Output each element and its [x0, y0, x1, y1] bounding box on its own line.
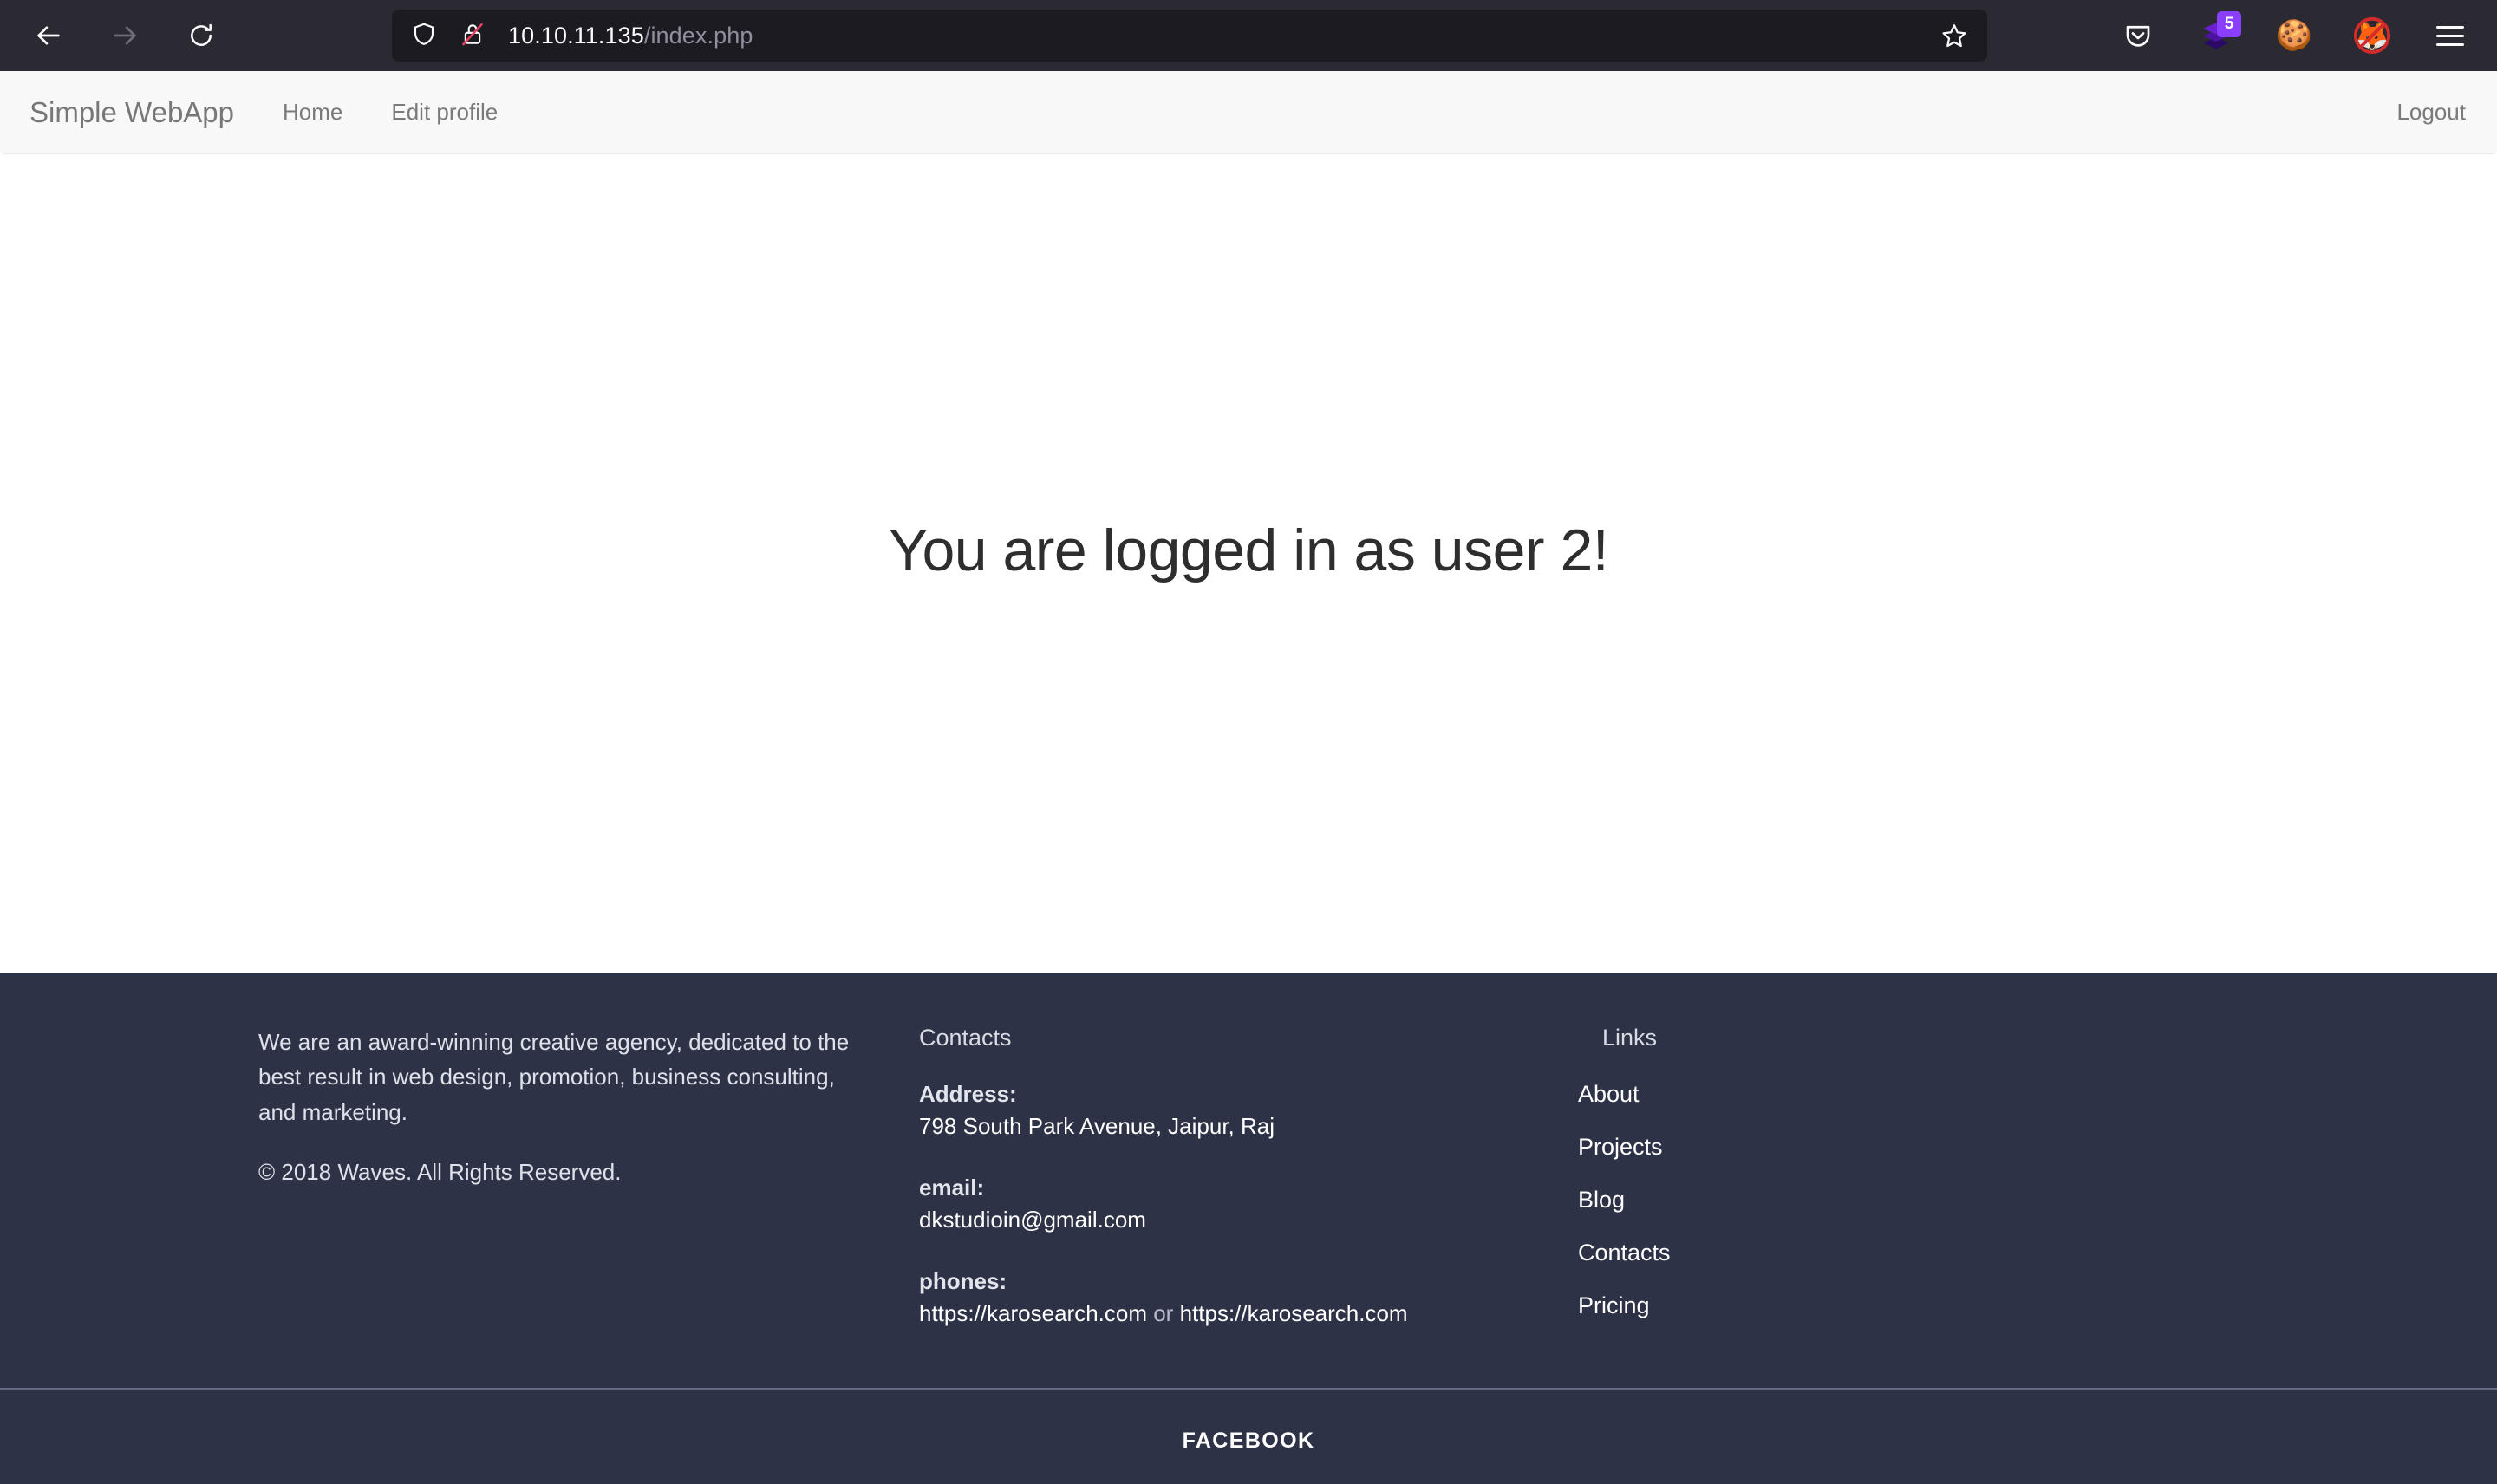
footer-column-about: We are an award-winning creative agency,…	[0, 1025, 919, 1327]
email-label: email:	[919, 1175, 985, 1201]
footer-link-contacts[interactable]: Contacts	[1578, 1240, 2185, 1266]
phone-separator: or	[1147, 1300, 1180, 1326]
contact-block-address: Address: 798 South Park Avenue, Jaipur, …	[919, 1081, 1578, 1140]
extension-layers-icon[interactable]: 5	[2192, 11, 2241, 60]
forward-button[interactable]	[99, 10, 151, 62]
footer-column-links: Links About Projects Blog Contacts Prici…	[1578, 1025, 2185, 1327]
footer-column-contacts: Contacts Address: 798 South Park Avenue,…	[919, 1025, 1578, 1327]
social-bar: FACEBOOK	[0, 1390, 2497, 1484]
browser-nav-buttons	[23, 10, 227, 62]
footer-link-list: About Projects Blog Contacts Pricing	[1578, 1081, 2185, 1319]
nav-link-home[interactable]: Home	[283, 99, 342, 126]
phone-link-2[interactable]: https://karosearch.com	[1180, 1300, 1408, 1326]
browser-toolbar-icons: 5 🍪 🦊	[2114, 10, 2474, 62]
navbar-right: Logout	[2396, 99, 2466, 126]
page-title: You are logged in as user 2!	[888, 517, 1609, 583]
url-bar[interactable]: 10.10.11.135/index.php	[392, 10, 1987, 62]
facebook-link[interactable]: FACEBOOK	[1183, 1429, 1315, 1454]
main-content: You are logged in as user 2!	[0, 154, 2497, 973]
footer-link-projects[interactable]: Projects	[1578, 1134, 2185, 1161]
logout-link[interactable]: Logout	[2396, 99, 2466, 125]
browser-chrome: 10.10.11.135/index.php 5 🍪 🦊	[0, 0, 2497, 71]
phones-value: https://karosearch.com or https://karose…	[919, 1300, 1578, 1327]
url-host: 10.10.11.135	[508, 22, 644, 49]
hamburger-menu-icon[interactable]	[2426, 11, 2474, 60]
extension-badge-count: 5	[2217, 11, 2241, 37]
contact-block-email: email: dkstudioin@gmail.com	[919, 1175, 1578, 1233]
site-navbar: Simple WebApp Home Edit profile Logout	[0, 71, 2497, 154]
primary-nav: Home Edit profile	[283, 99, 498, 126]
url-path: /index.php	[643, 22, 753, 49]
copyright-text: © 2018 Waves. All Rights Reserved.	[258, 1158, 622, 1185]
site-brand[interactable]: Simple WebApp	[29, 96, 234, 129]
no-foxyproxy-icon[interactable]: 🦊	[2348, 11, 2396, 60]
email-value[interactable]: dkstudioin@gmail.com	[919, 1207, 1578, 1233]
nav-link-edit-profile[interactable]: Edit profile	[391, 99, 498, 126]
phones-label: phones:	[919, 1268, 1007, 1294]
hamburger-bars	[2436, 25, 2464, 46]
site-footer: We are an award-winning creative agency,…	[0, 973, 2497, 1484]
pocket-icon[interactable]	[2114, 11, 2162, 60]
footer-link-about[interactable]: About	[1578, 1081, 2185, 1108]
contacts-heading: Contacts	[919, 1025, 1012, 1051]
footer-columns: We are an award-winning creative agency,…	[0, 973, 2497, 1388]
address-value: 798 South Park Avenue, Jaipur, Raj	[919, 1113, 1275, 1139]
star-icon[interactable]	[1940, 22, 1968, 49]
contact-block-phones: phones: https://karosearch.com or https:…	[919, 1268, 1578, 1327]
footer-link-pricing[interactable]: Pricing	[1578, 1292, 2185, 1319]
phone-link-1[interactable]: https://karosearch.com	[919, 1300, 1147, 1326]
back-button[interactable]	[23, 10, 75, 62]
about-text: We are an award-winning creative agency,…	[258, 1029, 850, 1125]
cookie-glyph: 🍪	[2275, 19, 2313, 52]
footer-link-blog[interactable]: Blog	[1578, 1187, 2185, 1214]
url-text: 10.10.11.135/index.php	[508, 23, 753, 49]
shield-icon[interactable]	[411, 21, 437, 51]
links-heading: Links	[1602, 1025, 1658, 1051]
urlbar-identity-icons	[411, 21, 486, 51]
address-label: Address:	[919, 1081, 1017, 1107]
cookie-icon[interactable]: 🍪	[2270, 11, 2318, 60]
padlock-crossed-icon[interactable]	[460, 21, 486, 51]
reload-button[interactable]	[175, 10, 227, 62]
